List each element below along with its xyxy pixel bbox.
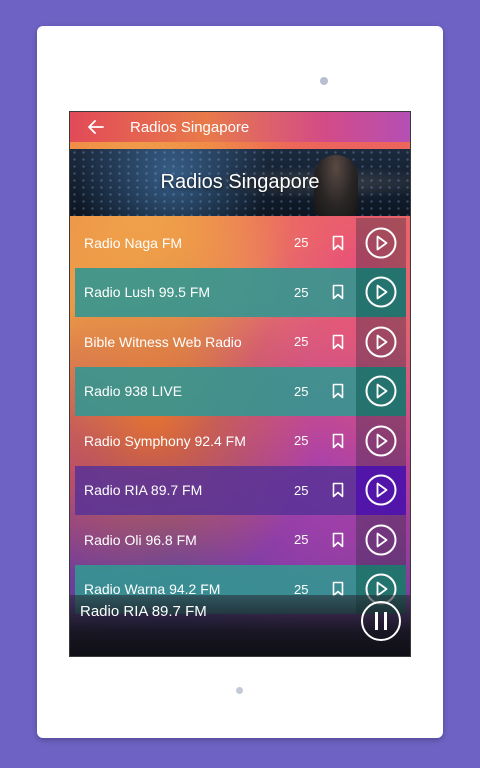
play-button[interactable]	[356, 416, 406, 466]
station-list: Radio Naga FM 25 Radio Lush 99.5 FM 25 B…	[75, 218, 406, 614]
play-icon	[365, 375, 397, 407]
station-row[interactable]: Radio RIA 89.7 FM 25	[75, 465, 406, 515]
station-name: Radio Symphony 92.4 FM	[84, 432, 246, 449]
station-name: Radio 938 LIVE	[84, 383, 183, 400]
banner-title: Radios Singapore	[160, 171, 320, 193]
station-count: 25	[294, 284, 309, 300]
station-row[interactable]: Radio Oli 96.8 FM 25	[75, 515, 406, 565]
play-icon	[365, 276, 397, 308]
station-count: 25	[294, 532, 309, 548]
station-count: 25	[294, 482, 309, 498]
app-screen: Radios Singapore Radios Singapore Radio …	[69, 111, 411, 657]
play-button[interactable]	[356, 218, 406, 268]
bookmark-icon	[332, 383, 344, 399]
station-name: Bible Witness Web Radio	[84, 333, 242, 350]
bookmark-icon	[332, 532, 344, 548]
station-name: Radio Oli 96.8 FM	[84, 531, 197, 548]
station-row[interactable]: Radio 938 LIVE 25	[75, 366, 406, 416]
play-button[interactable]	[356, 465, 406, 515]
back-button[interactable]	[84, 115, 108, 139]
play-button[interactable]	[356, 366, 406, 416]
bookmark-button[interactable]	[324, 229, 352, 257]
play-icon	[365, 425, 397, 457]
pause-button[interactable]	[360, 600, 402, 642]
play-button[interactable]	[356, 515, 406, 565]
app-bar: Radios Singapore	[70, 112, 410, 142]
play-icon	[365, 326, 397, 358]
station-count: 25	[294, 433, 309, 449]
station-row[interactable]: Radio Symphony 92.4 FM 25	[75, 416, 406, 466]
play-icon	[365, 524, 397, 556]
bookmark-button[interactable]	[324, 377, 352, 405]
station-row[interactable]: Radio Lush 99.5 FM 25	[75, 267, 406, 317]
station-name: Radio Naga FM	[84, 234, 183, 251]
station-name: Radio RIA 89.7 FM	[84, 482, 203, 499]
bookmark-icon	[332, 433, 344, 449]
bookmark-button[interactable]	[324, 526, 352, 554]
bookmark-button[interactable]	[324, 278, 352, 306]
arrow-left-icon	[88, 120, 104, 134]
bookmark-button[interactable]	[324, 476, 352, 504]
banner-photo-figure	[314, 155, 358, 216]
now-playing-title: Radio RIA 89.7 FM	[80, 603, 207, 620]
bookmark-icon	[332, 334, 344, 350]
bookmark-button[interactable]	[324, 328, 352, 356]
play-button[interactable]	[356, 317, 406, 367]
station-count: 25	[294, 383, 309, 399]
station-count: 25	[294, 334, 309, 350]
station-count: 25	[294, 235, 309, 251]
bookmark-button[interactable]	[324, 427, 352, 455]
station-row[interactable]: Radio Naga FM 25	[75, 218, 406, 268]
home-indicator	[236, 687, 243, 694]
play-button[interactable]	[356, 267, 406, 317]
play-icon	[365, 227, 397, 259]
bookmark-icon	[332, 284, 344, 300]
header-banner: Radios Singapore	[70, 149, 410, 216]
now-playing-bar: Radio RIA 89.7 FM	[70, 595, 410, 656]
app-bar-title: Radios Singapore	[130, 118, 250, 136]
pause-icon	[361, 601, 401, 641]
station-row[interactable]: Bible Witness Web Radio 25	[75, 317, 406, 367]
play-icon	[365, 474, 397, 506]
bookmark-icon	[332, 482, 344, 498]
camera-dot	[320, 77, 328, 85]
bookmark-icon	[332, 235, 344, 251]
station-name: Radio Lush 99.5 FM	[84, 284, 211, 301]
